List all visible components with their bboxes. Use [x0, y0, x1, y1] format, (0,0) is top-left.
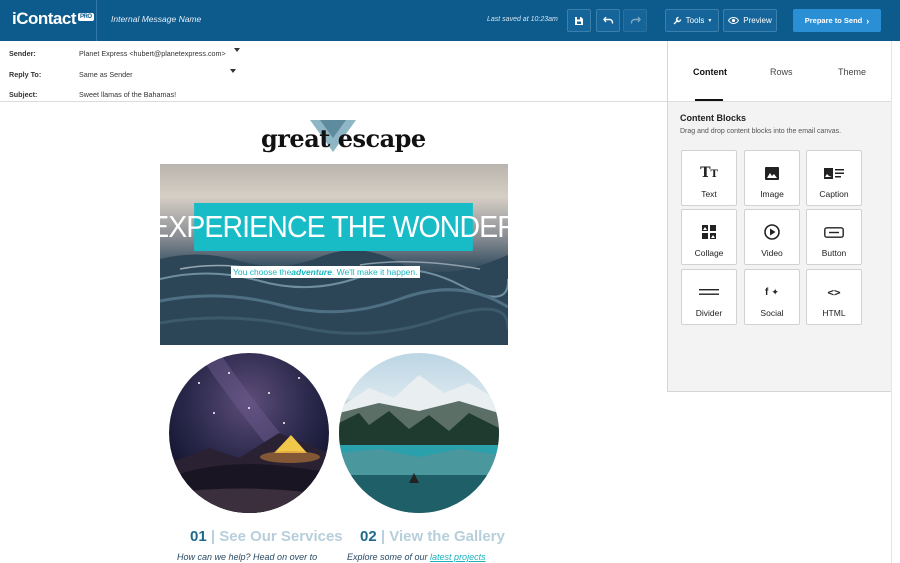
hero-sub-emphasis: adventure	[291, 267, 332, 277]
content-blocks-title: Content Blocks	[680, 113, 747, 123]
undo-button[interactable]	[596, 9, 620, 32]
content-block-label: Button	[821, 248, 847, 258]
services-heading: 01 | See Our Services	[190, 528, 343, 545]
tools-button[interactable]: Tools ▾	[665, 9, 719, 32]
editor-side-panel: Content Rows Theme Content Blocks Drag a…	[667, 41, 892, 392]
content-block-label: Collage	[694, 248, 724, 258]
preview-button[interactable]: Preview	[723, 9, 777, 32]
email-canvas[interactable]: great escape EXPERIENCE THE WONDER You c…	[0, 102, 667, 563]
ocean-waves-image	[160, 250, 508, 345]
hero-subheadline: You choose the adventure. We'll make it …	[231, 266, 420, 278]
services-title: See Our Services	[219, 528, 343, 545]
last-saved-status: Last saved at 10:23am	[487, 16, 558, 23]
hero-sub-text-2: . We'll make it happen.	[331, 267, 418, 277]
content-block-label: Text	[701, 189, 717, 199]
content-block-divider[interactable]: Divider	[681, 269, 737, 325]
night-sky-tent-image	[169, 353, 329, 513]
redo-button[interactable]	[623, 9, 647, 32]
active-tab-indicator	[695, 99, 723, 101]
page-scrollbar[interactable]	[891, 41, 900, 563]
top-bar: iContact PRO Internal Message Name Last s…	[0, 0, 900, 41]
subject-row: Subject: Sweet llamas of the Bahamas!	[0, 84, 667, 102]
image-icon	[765, 165, 779, 181]
gallery-number: 02	[360, 528, 377, 545]
gallery-text: Explore some of our latest projects	[347, 552, 486, 562]
tab-theme[interactable]: Theme	[838, 67, 866, 77]
services-circle-image[interactable]	[169, 353, 329, 513]
content-blocks-description: Drag and drop content blocks into the em…	[680, 128, 842, 135]
undo-icon	[602, 16, 613, 24]
hero-sub-text-1: You choose the	[233, 267, 292, 277]
sender-dropdown-icon[interactable]	[234, 48, 240, 52]
services-number: 01	[190, 528, 207, 545]
brand-logo-text: great escape	[261, 124, 426, 153]
eye-icon	[728, 17, 740, 24]
subject-input[interactable]: Sweet llamas of the Bahamas!	[79, 90, 176, 99]
reply-to-label: Reply To:	[9, 70, 42, 79]
logo-badge: PRO	[78, 13, 94, 21]
gallery-circle-image[interactable]	[339, 353, 499, 513]
app-logo[interactable]: iContact PRO	[12, 9, 94, 29]
prepare-to-send-button[interactable]: Prepare to Send ›	[793, 9, 881, 32]
chevron-down-icon: ▾	[708, 18, 712, 24]
content-block-label: Image	[760, 189, 784, 199]
collage-icon	[702, 224, 716, 240]
divider-icon	[699, 284, 719, 300]
message-header-fields: Sender: Planet Express <hubert@planetexp…	[0, 41, 667, 102]
wrench-icon	[673, 16, 681, 25]
gallery-heading: 02 | View the Gallery	[360, 528, 505, 545]
gallery-title: View the Gallery	[389, 528, 505, 545]
sender-label: Sender:	[9, 49, 36, 58]
chevron-right-icon: ›	[866, 15, 870, 26]
services-text: How can we help? Head on over to	[177, 552, 318, 562]
mountain-lake-image	[339, 375, 499, 513]
text-icon: TT	[700, 165, 718, 181]
content-block-button[interactable]: Button	[806, 209, 862, 265]
reply-to-select[interactable]: Same as Sender	[79, 70, 133, 79]
content-block-collage[interactable]: Collage	[681, 209, 737, 265]
html-icon: <>	[827, 285, 841, 299]
content-block-label: Video	[761, 248, 783, 258]
button-icon	[824, 224, 844, 240]
content-block-video[interactable]: Video	[744, 209, 800, 265]
send-label: Prepare to Send	[804, 16, 863, 25]
tab-rows[interactable]: Rows	[770, 67, 793, 77]
logo-text: iContact	[12, 9, 77, 28]
save-button[interactable]	[567, 9, 591, 32]
content-block-label: Caption	[819, 189, 849, 199]
tools-label: Tools	[685, 16, 705, 25]
content-block-caption[interactable]: Caption	[806, 150, 862, 206]
latest-projects-link[interactable]: latest projects	[430, 552, 486, 562]
content-block-label: HTML	[822, 308, 846, 318]
reply-to-dropdown-icon[interactable]	[230, 69, 236, 73]
panel-tabs: Content Rows Theme	[668, 41, 892, 102]
tab-content[interactable]: Content	[693, 67, 727, 77]
content-block-label: Social	[760, 308, 784, 318]
reply-to-row: Reply To: Same as Sender	[0, 64, 667, 82]
hero-image-block[interactable]: EXPERIENCE THE WONDER You choose the adv…	[160, 164, 508, 345]
video-icon	[764, 224, 780, 240]
topbar-divider	[96, 0, 97, 41]
preview-label: Preview	[743, 16, 772, 25]
caption-icon	[824, 165, 844, 181]
social-icon: f ✦	[765, 286, 779, 298]
message-name[interactable]: Internal Message Name	[111, 14, 201, 24]
hero-headline: EXPERIENCE THE WONDER	[160, 203, 508, 251]
subject-label: Subject:	[9, 90, 38, 99]
content-block-label: Divider	[695, 308, 723, 318]
content-block-image[interactable]: Image	[744, 150, 800, 206]
redo-icon	[630, 16, 641, 24]
sender-row: Sender: Planet Express <hubert@planetexp…	[0, 43, 667, 61]
content-block-html[interactable]: <> HTML	[806, 269, 862, 325]
save-icon	[575, 16, 583, 25]
sender-select[interactable]: Planet Express <hubert@planetexpress.com…	[79, 49, 226, 58]
gallery-text-body: Explore some of our	[347, 552, 431, 562]
content-block-text[interactable]: TT Text	[681, 150, 737, 206]
content-block-social[interactable]: f ✦ Social	[744, 269, 800, 325]
